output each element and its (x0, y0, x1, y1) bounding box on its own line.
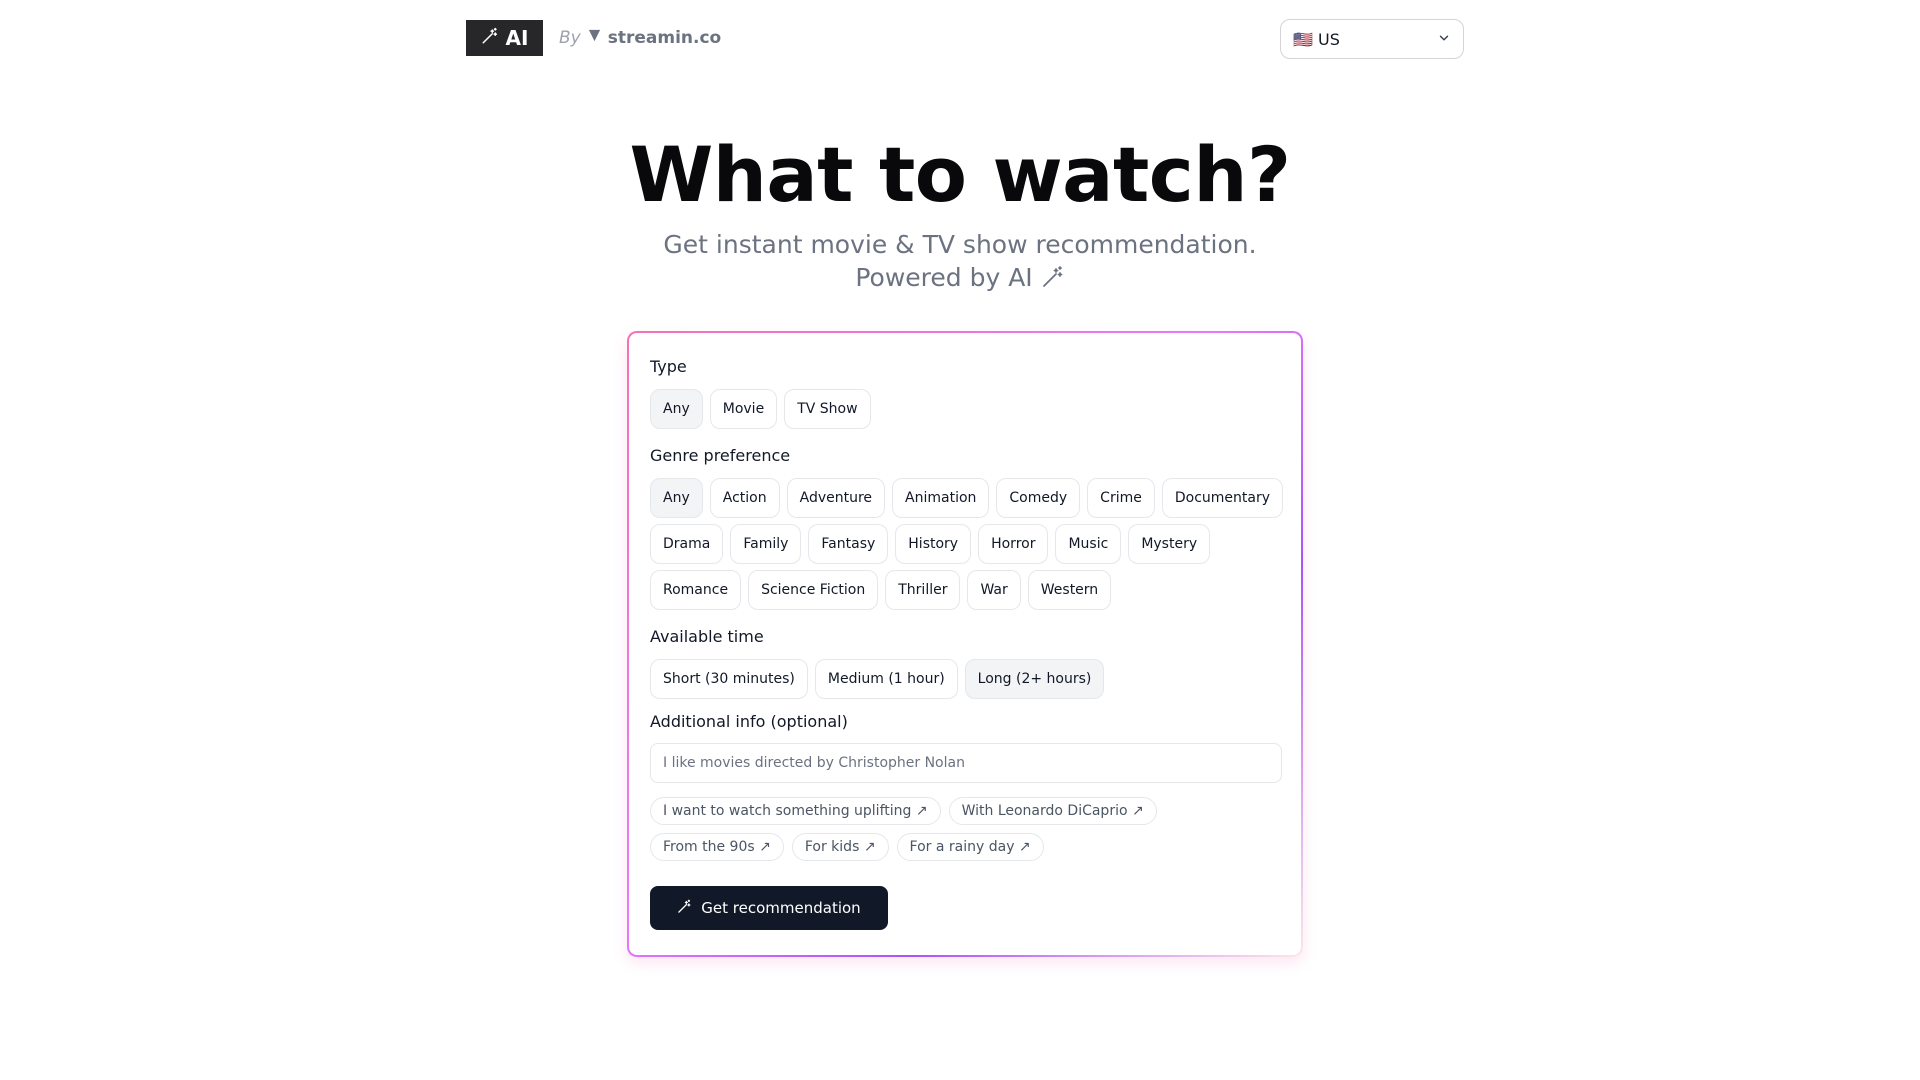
suggestion-uplifting[interactable]: I want to watch something uplifting ↗ (650, 797, 941, 825)
suggestion-kids[interactable]: For kids ↗ (791, 833, 889, 861)
genre-option-western[interactable]: Western (1027, 570, 1112, 610)
time-option-medium[interactable]: Medium (1 hour) (814, 659, 958, 699)
genre-option-romance[interactable]: Romance (650, 570, 742, 610)
time-option-short[interactable]: Short (30 minutes) (650, 659, 808, 699)
genre-option-fantasy[interactable]: Fantasy (808, 524, 889, 564)
suggestions-row-2: From the 90s ↗ For kids ↗ For a rainy da… (650, 833, 1044, 861)
chevron-down-icon (1437, 30, 1451, 49)
site-header: AI By streamin.co 🇺🇸 US (466, 19, 1464, 59)
genre-label: Genre preference (650, 446, 791, 465)
logo-text: AI (505, 26, 529, 50)
get-recommendation-button[interactable]: Get recommendation (650, 886, 888, 930)
suggestions-row-1: I want to watch something uplifting ↗ Wi… (650, 797, 1157, 825)
type-label: Type (650, 357, 687, 376)
genre-option-animation[interactable]: Animation (892, 478, 990, 518)
genre-option-action[interactable]: Action (709, 478, 780, 518)
magic-wand-icon (1041, 264, 1065, 288)
subtitle-line-1: Get instant movie & TV show recommendati… (663, 230, 1257, 259)
genre-option-any[interactable]: Any (650, 478, 703, 518)
type-option-movie[interactable]: Movie (709, 389, 778, 429)
shield-icon (587, 28, 602, 48)
subtitle-line-2: Powered by AI (0, 261, 1920, 294)
genre-options-row-3: Romance Science Fiction Thriller War Wes… (650, 570, 1112, 610)
recommendation-form: Type Any Movie TV Show Genre preference … (629, 333, 1301, 955)
genre-options-row-1: Any Action Adventure Animation Comedy Cr… (650, 478, 1283, 518)
subtitle-powered: Powered by AI (855, 263, 1033, 292)
by-label: By (559, 28, 581, 48)
recommendation-card: Type Any Movie TV Show Genre preference … (627, 331, 1303, 957)
genre-option-adventure[interactable]: Adventure (786, 478, 886, 518)
genre-option-documentary[interactable]: Documentary (1161, 478, 1283, 518)
country-select[interactable]: 🇺🇸 US (1280, 19, 1464, 59)
page-subtitle: Get instant movie & TV show recommendati… (0, 228, 1920, 294)
magic-wand-icon (677, 899, 692, 918)
genre-option-crime[interactable]: Crime (1087, 478, 1155, 518)
time-option-long[interactable]: Long (2+ hours) (964, 659, 1105, 699)
magic-wand-icon (481, 26, 499, 50)
suggestion-dicaprio[interactable]: With Leonardo DiCaprio ↗ (948, 797, 1157, 825)
genre-option-music[interactable]: Music (1055, 524, 1122, 564)
genre-option-thriller[interactable]: Thriller (885, 570, 961, 610)
genre-option-mystery[interactable]: Mystery (1128, 524, 1211, 564)
get-recommendation-label: Get recommendation (701, 899, 861, 917)
genre-option-science-fiction[interactable]: Science Fiction (748, 570, 879, 610)
country-value: 🇺🇸 US (1293, 29, 1340, 49)
genre-option-history[interactable]: History (895, 524, 972, 564)
genre-option-war[interactable]: War (967, 570, 1021, 610)
type-option-tv-show[interactable]: TV Show (784, 389, 871, 429)
genre-option-comedy[interactable]: Comedy (996, 478, 1081, 518)
brand-name: streamin.co (607, 28, 722, 48)
additional-info-label: Additional info (optional) (650, 712, 848, 731)
type-option-any[interactable]: Any (650, 389, 703, 429)
time-options: Short (30 minutes) Medium (1 hour) Long … (650, 659, 1105, 699)
type-options: Any Movie TV Show (650, 389, 871, 429)
page-title: What to watch? (629, 130, 1291, 219)
brand-byline[interactable]: By streamin.co (559, 28, 721, 48)
suggestion-90s[interactable]: From the 90s ↗ (650, 833, 784, 861)
genre-option-family[interactable]: Family (730, 524, 802, 564)
genre-options-row-2: Drama Family Fantasy History Horror Musi… (650, 524, 1211, 564)
genre-option-horror[interactable]: Horror (978, 524, 1049, 564)
time-label: Available time (650, 627, 764, 646)
genre-option-drama[interactable]: Drama (650, 524, 724, 564)
suggestion-rainy-day[interactable]: For a rainy day ↗ (896, 833, 1044, 861)
ai-logo[interactable]: AI (466, 20, 543, 56)
additional-info-input[interactable]: I like movies directed by Christopher No… (650, 743, 1282, 783)
